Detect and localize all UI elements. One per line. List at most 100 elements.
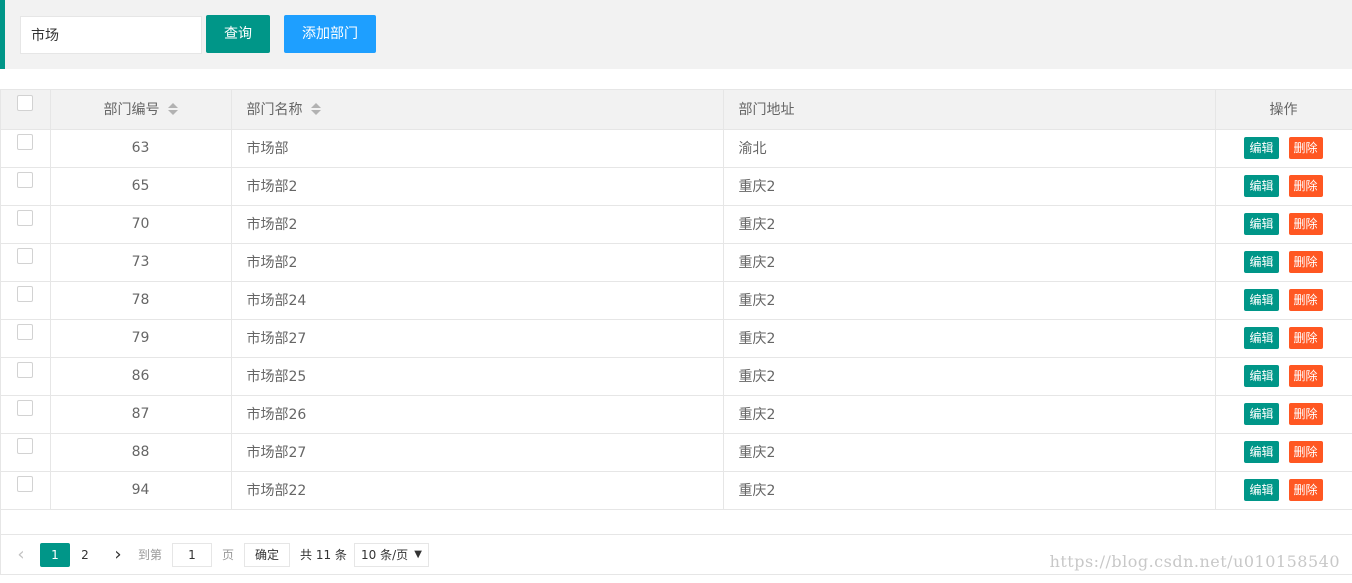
cell-address: 重庆2 [723,205,1216,244]
cell-actions: 编辑 删除 [1215,205,1352,244]
cell-name: 市场部2 [231,243,724,282]
column-header-actions: 操作 [1215,90,1352,130]
goto-confirm-button[interactable]: 确定 [244,543,290,567]
cell-actions: 编辑 删除 [1215,471,1352,510]
row-select-cell [1,281,51,320]
goto-label: 到第 [138,548,163,562]
row-checkbox[interactable] [17,286,34,302]
edit-button[interactable]: 编辑 [1244,289,1279,311]
row-checkbox[interactable] [17,362,34,378]
column-header-id-label: 部门编号 [103,102,160,119]
row-checkbox[interactable] [17,248,34,264]
cell-id: 70 [50,205,232,244]
cell-address: 重庆2 [723,433,1216,472]
cell-address: 重庆2 [723,357,1216,396]
cell-address: 重庆2 [723,281,1216,320]
column-header-id[interactable]: 部门编号 [50,90,232,130]
column-header-name-label: 部门名称 [246,102,303,119]
cell-address: 重庆2 [723,243,1216,282]
delete-button[interactable]: 删除 [1288,251,1323,273]
edit-button[interactable]: 编辑 [1244,441,1279,463]
cell-id: 86 [50,357,232,396]
table-row: 65 市场部2 重庆2 编辑 删除 [1,167,1352,206]
table-row: 78 市场部24 重庆2 编辑 删除 [1,281,1352,320]
add-department-button[interactable]: 添加部门 [284,15,376,53]
edit-button[interactable]: 编辑 [1244,403,1279,425]
delete-button[interactable]: 删除 [1288,327,1323,349]
table-row: 87 市场部26 重庆2 编辑 删除 [1,395,1352,434]
prev-page-icon[interactable]: ‹ [13,543,29,567]
table-row: 79 市场部27 重庆2 编辑 删除 [1,319,1352,358]
row-select-cell [1,129,51,168]
delete-button[interactable]: 删除 [1288,365,1323,387]
cell-id: 63 [50,129,232,168]
delete-button[interactable]: 删除 [1288,213,1323,235]
page-label: 页 [222,548,235,562]
row-select-cell [1,471,51,510]
cell-name: 市场部22 [231,471,724,510]
sort-icon[interactable] [167,102,178,116]
cell-name: 市场部2 [231,205,724,244]
page-size-select[interactable]: 10 条/页 ▼ [354,543,429,567]
page-1-button[interactable]: 1 [40,543,70,567]
goto-page-input[interactable] [172,543,212,567]
sort-icon[interactable] [310,102,321,116]
row-checkbox[interactable] [17,400,34,416]
cell-address: 重庆2 [723,167,1216,206]
delete-button[interactable]: 删除 [1288,479,1323,501]
cell-name: 市场部 [231,129,724,168]
page-size-value: 10 条/页 [361,548,409,562]
cell-id: 94 [50,471,232,510]
cell-address: 渝北 [723,129,1216,168]
cell-actions: 编辑 删除 [1215,243,1352,282]
row-checkbox[interactable] [17,210,34,226]
row-checkbox[interactable] [17,134,34,150]
delete-button[interactable]: 删除 [1288,441,1323,463]
table-row: 88 市场部27 重庆2 编辑 删除 [1,433,1352,472]
cell-name: 市场部27 [231,433,724,472]
cell-actions: 编辑 删除 [1215,395,1352,434]
edit-button[interactable]: 编辑 [1244,251,1279,273]
edit-button[interactable]: 编辑 [1244,213,1279,235]
cell-actions: 编辑 删除 [1215,357,1352,396]
delete-button[interactable]: 删除 [1288,289,1323,311]
query-button[interactable]: 查询 [206,15,270,53]
column-header-address-label: 部门地址 [738,102,795,119]
edit-button[interactable]: 编辑 [1244,175,1279,197]
select-all-checkbox[interactable] [17,95,34,112]
table-row: 86 市场部25 重庆2 编辑 删除 [1,357,1352,396]
select-all-cell [1,90,51,130]
cell-id: 65 [50,167,232,206]
cell-name: 市场部27 [231,319,724,358]
column-header-address: 部门地址 [723,90,1216,130]
total-count: 共 11 条 [300,548,347,562]
edit-button[interactable]: 编辑 [1244,137,1279,159]
row-select-cell [1,395,51,434]
delete-button[interactable]: 删除 [1288,137,1323,159]
column-header-actions-label: 操作 [1269,102,1298,119]
row-checkbox[interactable] [17,438,34,454]
cell-actions: 编辑 删除 [1215,281,1352,320]
cell-actions: 编辑 删除 [1215,319,1352,358]
row-select-cell [1,167,51,206]
cell-name: 市场部26 [231,395,724,434]
next-page-icon[interactable]: › [110,543,126,567]
row-select-cell [1,319,51,358]
edit-button[interactable]: 编辑 [1244,479,1279,501]
cell-id: 79 [50,319,232,358]
edit-button[interactable]: 编辑 [1244,365,1279,387]
cell-actions: 编辑 删除 [1215,167,1352,206]
cell-actions: 编辑 删除 [1215,129,1352,168]
row-select-cell [1,243,51,282]
search-input[interactable] [20,16,202,54]
row-checkbox[interactable] [17,172,34,188]
edit-button[interactable]: 编辑 [1244,327,1279,349]
column-header-name[interactable]: 部门名称 [231,90,724,130]
row-checkbox[interactable] [17,324,34,340]
page-2-button[interactable]: 2 [70,543,100,567]
watermark: https://blog.csdn.net/u010158540 [1049,552,1340,571]
row-checkbox[interactable] [17,476,34,492]
cell-id: 87 [50,395,232,434]
delete-button[interactable]: 删除 [1288,175,1323,197]
delete-button[interactable]: 删除 [1288,403,1323,425]
